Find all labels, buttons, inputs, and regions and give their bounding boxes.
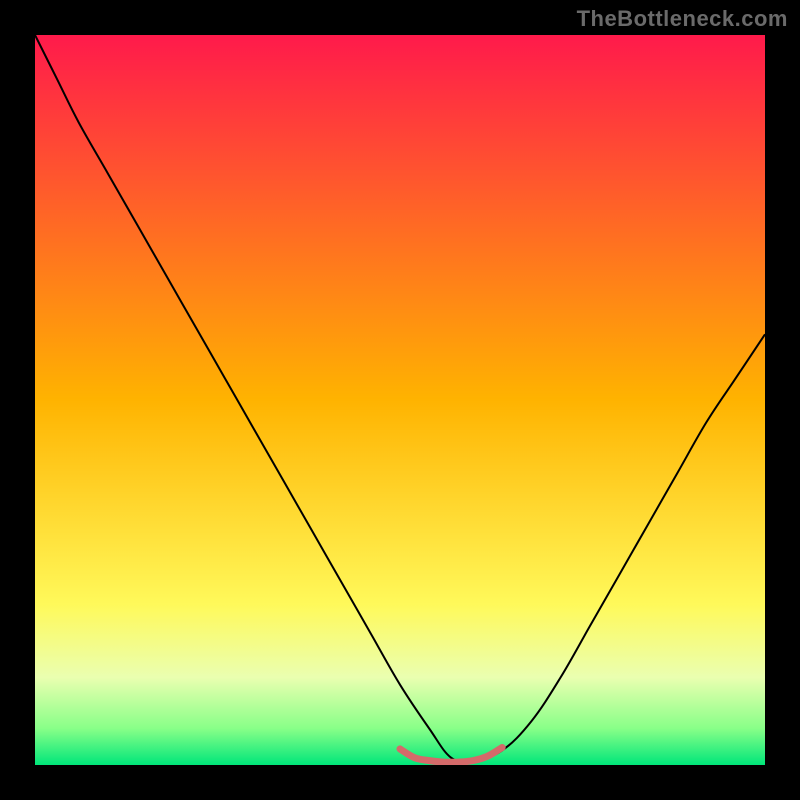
gradient-background <box>35 35 765 765</box>
chart-svg <box>35 35 765 765</box>
chart-frame: TheBottleneck.com <box>0 0 800 800</box>
watermark-label: TheBottleneck.com <box>577 6 788 32</box>
plot-area <box>35 35 765 765</box>
